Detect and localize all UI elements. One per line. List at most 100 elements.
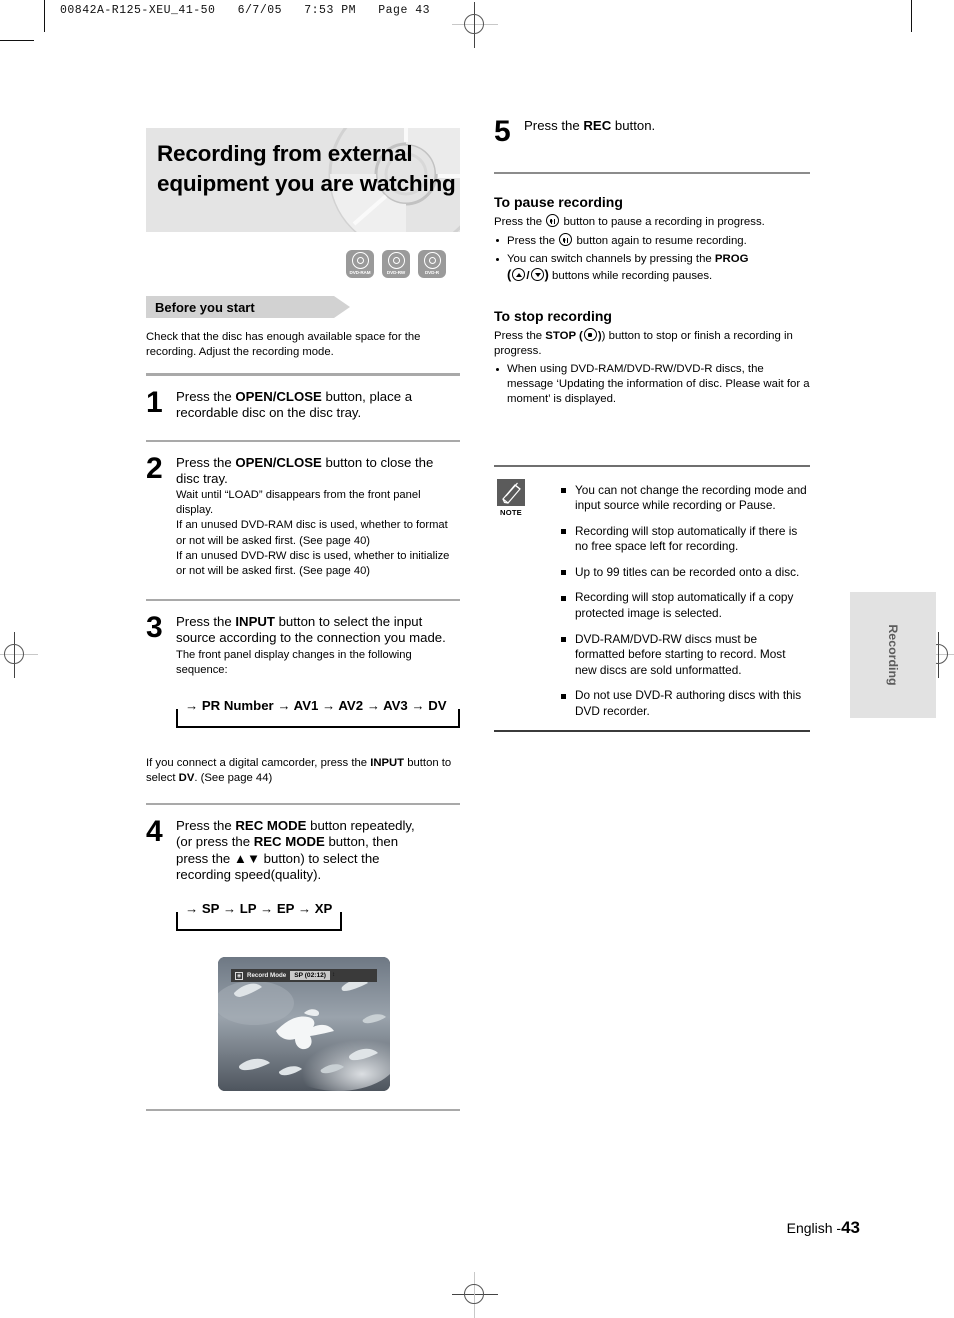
note-item: Recording will stop automatically if a c…: [560, 590, 810, 621]
pause-bullet-2: You can switch channels by pressing the …: [494, 252, 810, 284]
bullet-text-bold: PROG: [714, 253, 749, 265]
pause-lead-paragraph: Press the button to pause a recording in…: [494, 214, 810, 230]
badge-label: DVD-R: [424, 270, 440, 275]
badge-label: DVD-RAM: [349, 270, 371, 275]
disc-icon: [423, 252, 441, 269]
step-5-text: Press the REC button.: [524, 118, 810, 134]
speed-sequence-text: → SP → LP → EP → XP: [182, 901, 336, 917]
input-sequence-text: → PR Number → AV1 → AV2 → AV3 → DV: [182, 698, 450, 714]
section-side-tab: Recording: [850, 592, 936, 718]
pencil-icon: [497, 479, 525, 506]
badge-dvd-ram: DVD-RAM: [346, 250, 374, 278]
divider-after-step-1: [146, 439, 460, 442]
step-number: 4: [146, 815, 163, 849]
divider-below-notes: [494, 729, 810, 732]
note-label: NOTE: [500, 508, 522, 517]
up-down-arrows-icon: ↕: [331, 972, 335, 979]
divider-after-step-2: [146, 599, 460, 602]
step4-line2-bold: REC MODE: [253, 834, 325, 850]
paren-open: (: [507, 267, 512, 282]
divider-after-intro: [146, 373, 460, 377]
note-item: Recording will stop automatically if the…: [560, 524, 810, 555]
left-column: Recording from external equipment you ar…: [146, 128, 460, 1112]
bullet-text-after: buttons while recording pauses.: [548, 270, 713, 282]
stop-lead-bold: STOP: [545, 330, 576, 342]
before-you-start-header: Before you start: [146, 296, 460, 318]
step-number: 1: [146, 386, 163, 420]
stop-bullet-1: When using DVD-RAM/DVD-RW/DVD-R discs, t…: [494, 362, 810, 407]
slash-separator: /: [526, 270, 530, 282]
step4-line1-before: Press the: [176, 818, 236, 834]
camcorder-note: If you connect a digital camcorder, pres…: [146, 756, 460, 785]
step-number: 3: [146, 611, 163, 645]
step-text-before: Press the: [176, 389, 236, 405]
disc-icon: [387, 252, 405, 269]
side-tab-label: Recording: [886, 624, 900, 686]
osd-value: SP (02:12): [290, 971, 330, 981]
page-footer: English -43: [0, 1218, 860, 1238]
page-title-banner: Recording from external equipment you ar…: [146, 128, 460, 232]
input-sequence-box: → PR Number → AV1 → AV2 → AV3 → DV: [176, 698, 460, 729]
prog-up-icon: [512, 268, 526, 281]
bullet-text-after: button again to resume recording.: [573, 235, 747, 247]
note-item: Up to 99 titles can be recorded onto a d…: [560, 565, 810, 581]
step-text-bold: OPEN/CLOSE: [235, 389, 322, 405]
step5-after: button.: [611, 118, 656, 133]
step-3-text: Press the INPUT button to select the inp…: [176, 614, 460, 646]
speed-sequence-box: → SP → LP → EP → XP: [176, 901, 342, 932]
step-3-subtext: The front panel display changes in the f…: [176, 648, 412, 676]
page-title: Recording from external equipment you ar…: [157, 141, 456, 196]
step-number: 2: [146, 451, 163, 485]
bullet-text-before: Press the: [507, 235, 559, 247]
camcorder-note-bold2: DV: [178, 771, 195, 784]
pause-bullet-1: Press the button again to resume recordi…: [494, 233, 810, 249]
osd-label: Record Mode: [247, 972, 287, 980]
badge-dvd-rw: DVD-RW: [382, 250, 410, 278]
note-item: Do not use DVD-R authoring discs with th…: [560, 688, 810, 719]
step4-line1-after: button repeatedly,: [306, 818, 415, 834]
camcorder-note-part3: . (See page 44): [194, 771, 273, 784]
disc-icon: [351, 252, 369, 269]
step-2-subtext: Wait until “LOAD” disappears from the fr…: [176, 489, 450, 578]
divider-after-step-5: [494, 172, 810, 174]
section-chip-label: Before you start: [146, 296, 334, 318]
step-number: 5: [494, 115, 511, 148]
note-icon-group: NOTE: [494, 479, 528, 517]
chip-arrow-shape: [334, 296, 350, 318]
divider-after-camcorder-note: [146, 803, 460, 806]
note-block: NOTE You can not change the recording mo…: [494, 465, 810, 732]
stop-button-icon: [583, 328, 597, 341]
disc-format-badges: DVD-RAM DVD-RW DVD-R: [346, 250, 446, 278]
step-text-bold: OPEN/CLOSE: [235, 454, 322, 470]
stop-recording-heading: To stop recording: [494, 308, 612, 324]
pause-button-icon: [546, 214, 560, 227]
divider-bottom-left-column: [146, 1109, 460, 1112]
pause-lead-before: Press the: [494, 216, 546, 228]
step-2-text: Press the OPEN/CLOSE button to close the…: [176, 455, 460, 487]
prog-down-icon: [530, 268, 544, 281]
camcorder-note-bold1: INPUT: [370, 757, 405, 770]
manual-page: Recording from external equipment you ar…: [0, 0, 954, 1316]
step-5: 5 Press the REC button.: [494, 115, 810, 148]
note-item: DVD-RAM/DVD-RW discs must be formatted b…: [560, 632, 810, 679]
step-2: 2 Press the OPEN/CLOSE button to close t…: [146, 451, 460, 580]
pause-lead-after: button to pause a recording in progress.: [560, 216, 765, 228]
record-mode-icon: ◉: [235, 971, 243, 980]
stop-lead-paren-open: (: [575, 330, 583, 342]
step-text-before: Press the: [176, 614, 236, 630]
intro-paragraph: Check that the disc has enough available…: [146, 331, 421, 358]
step-text-bold: INPUT: [235, 614, 275, 630]
pencil-glyph: [502, 482, 521, 504]
step-3: 3 Press the INPUT button to select the i…: [146, 611, 460, 729]
right-column: 5 Press the REC button. To pause recordi…: [494, 115, 810, 732]
step-1: 1 Press the OPEN/CLOSE button, place a r…: [146, 386, 460, 421]
step4-line2-before: (or press the: [176, 834, 254, 850]
note-item: You can not change the recording mode an…: [560, 483, 810, 514]
step-4-text: Press the REC MODE button repeatedly, (o…: [176, 818, 460, 883]
step-4: 4 Press the REC MODE button repeatedly, …: [146, 815, 460, 932]
badge-dvd-r: DVD-R: [418, 250, 446, 278]
step5-before: Press the: [524, 118, 584, 133]
step-1-text: Press the OPEN/CLOSE button, place a rec…: [176, 389, 460, 421]
pause-bullet-list: Press the button again to resume recordi…: [494, 233, 810, 284]
camcorder-note-part1: If you connect a digital camcorder, pres…: [146, 757, 371, 770]
